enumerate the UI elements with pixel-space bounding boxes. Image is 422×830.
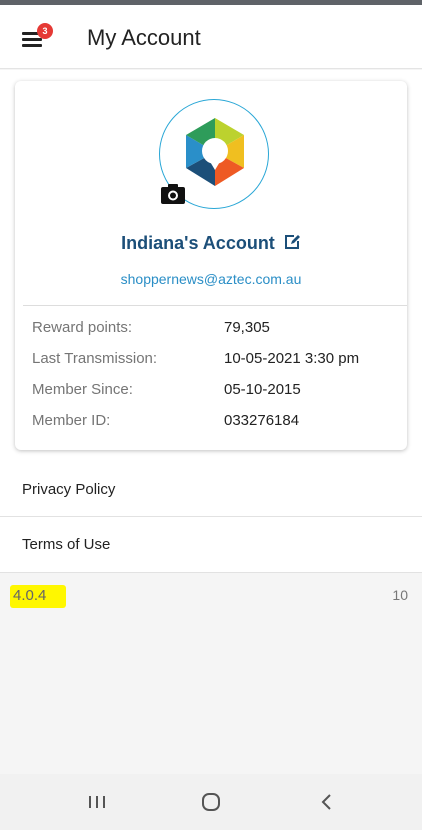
info-value: 10-05-2021 3:30 pm <box>224 350 360 367</box>
page-title: My Account <box>87 25 201 50</box>
account-card: Indiana's Account shoppernews@aztec.com.… <box>15 81 407 450</box>
home-icon[interactable] <box>196 788 226 816</box>
back-icon[interactable] <box>311 788 341 816</box>
row-divider <box>0 572 422 573</box>
info-label: Member Since: <box>32 381 133 398</box>
info-value: 033276184 <box>224 412 300 429</box>
account-name: Indiana's Account <box>15 233 407 256</box>
info-row-reward-points: Reward points: 79,305 <box>32 319 402 341</box>
divider <box>23 305 407 306</box>
privacy-policy-link[interactable]: Privacy Policy <box>0 462 422 517</box>
app-bar: 3 My Account <box>0 5 422 69</box>
notification-badge: 3 <box>37 23 53 39</box>
info-row-last-transmission: Last Transmission: 10-05-2021 3:30 pm <box>32 350 402 372</box>
hexagon-logo-icon <box>186 118 244 186</box>
info-label: Last Transmission: <box>32 350 158 367</box>
terms-of-use-link[interactable]: Terms of Use <box>0 517 422 572</box>
info-value: 79,305 <box>224 319 270 336</box>
info-value: 05-10-2015 <box>224 381 301 398</box>
version-label: 4.0.4 <box>13 587 47 604</box>
terms-of-use-label: Terms of Use <box>22 536 111 553</box>
privacy-policy-label: Privacy Policy <box>22 481 116 498</box>
build-number: 10 <box>392 587 408 603</box>
edit-icon[interactable] <box>283 233 301 256</box>
email-link[interactable]: shoppernews@aztec.com.au <box>15 271 407 287</box>
account-name-text: Indiana's Account <box>121 233 275 253</box>
menu-button[interactable]: 3 <box>22 23 53 48</box>
info-label: Member ID: <box>32 412 111 429</box>
recent-apps-icon[interactable] <box>82 788 112 816</box>
camera-icon[interactable] <box>160 183 186 205</box>
info-row-member-since: Member Since: 05-10-2015 <box>32 381 402 403</box>
system-nav-bar <box>0 774 422 830</box>
version-highlight: 4.0.4 <box>10 585 66 608</box>
info-label: Reward points: <box>32 319 133 336</box>
info-row-member-id: Member ID: 033276184 <box>32 412 402 434</box>
